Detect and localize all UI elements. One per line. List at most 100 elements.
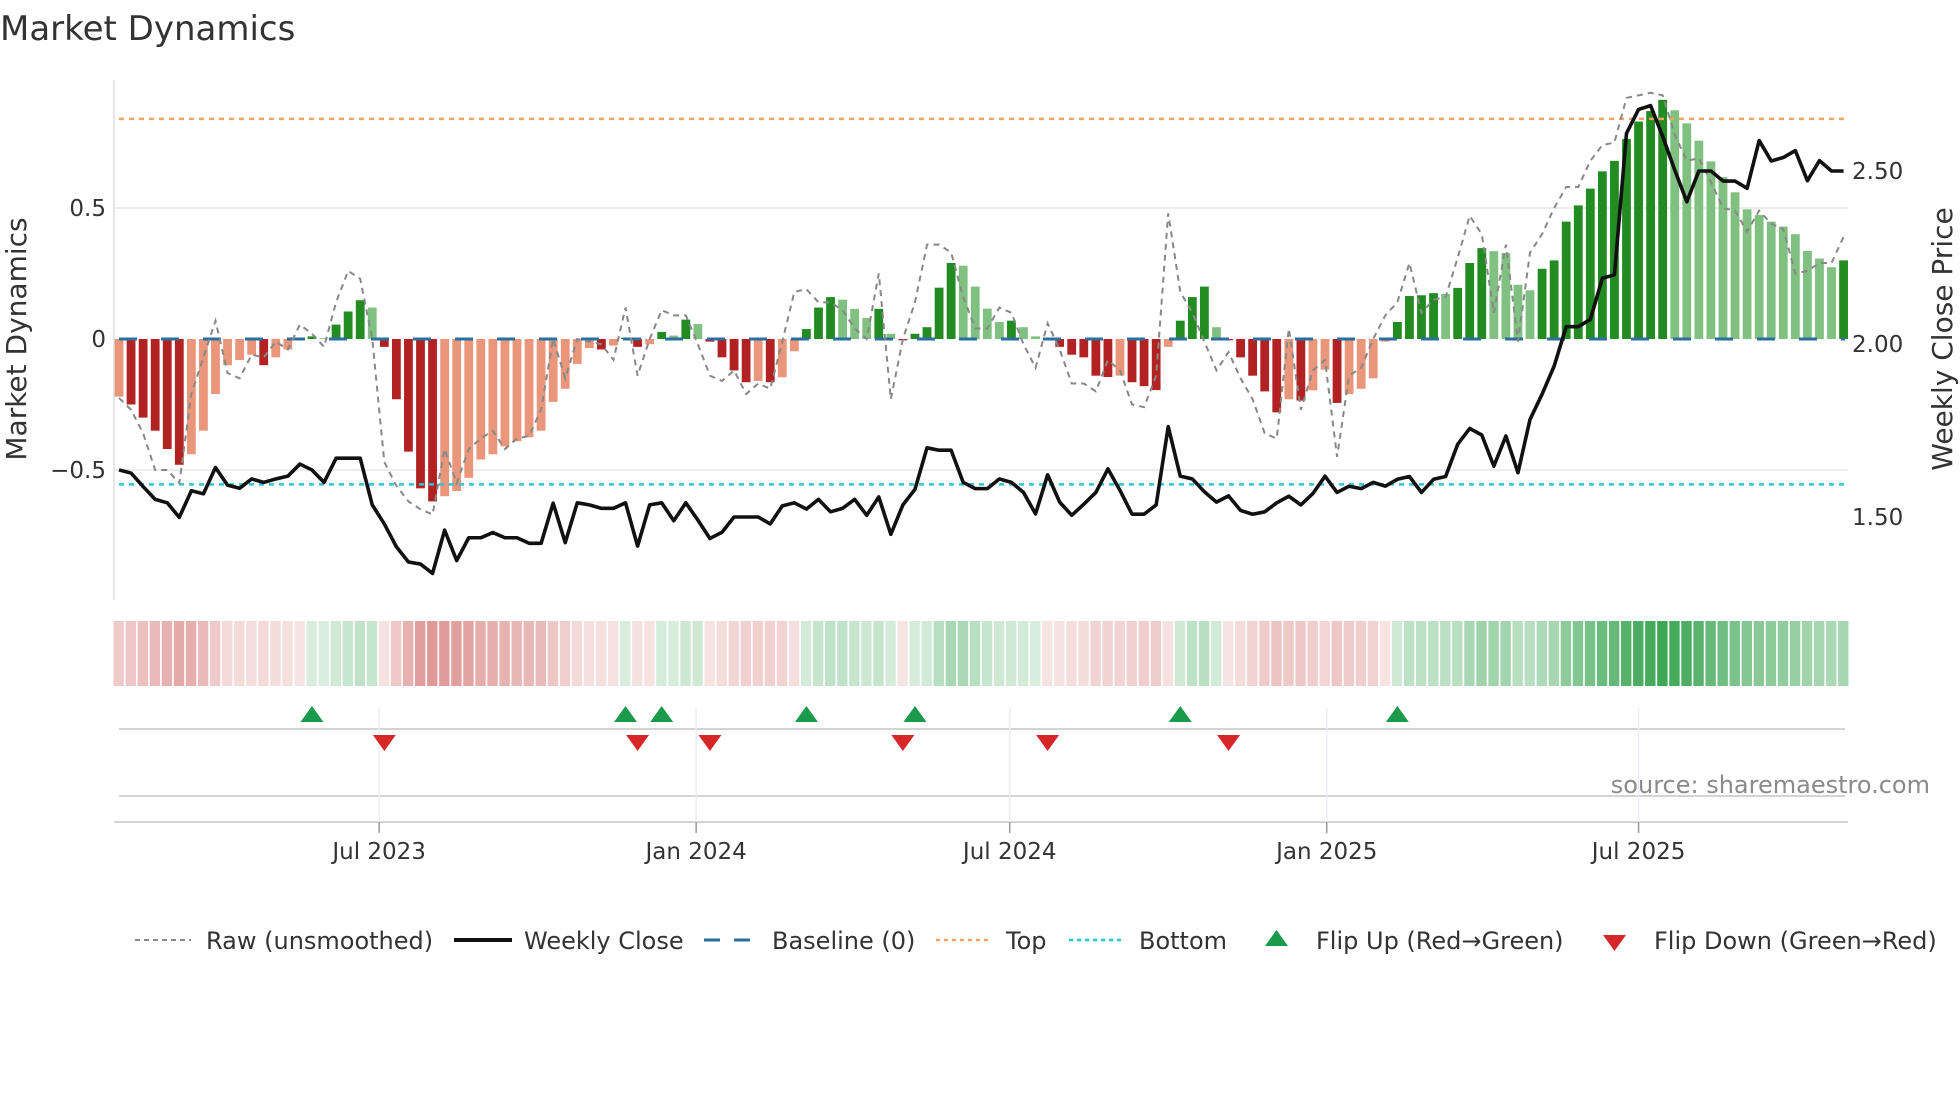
heat-cell: [680, 621, 691, 686]
heat-cell: [270, 621, 281, 686]
heat-cell: [644, 621, 655, 686]
dynamics-bar: [1634, 121, 1643, 339]
dynamics-bar: [1766, 221, 1776, 339]
legend: Raw (unsmoothed) Weekly Close Baseline (…: [135, 927, 1937, 955]
legend-item-raw: Raw (unsmoothed): [135, 927, 433, 955]
heat-cell: [1633, 621, 1644, 686]
dynamics-bar: [524, 339, 534, 438]
dynamics-bar: [970, 286, 980, 339]
legend-item-flip-up: Flip Up (Red→Green): [1265, 927, 1564, 955]
heat-cell: [1596, 621, 1608, 686]
heat-cell: [1548, 621, 1560, 686]
dynamics-bar: [1827, 267, 1836, 339]
heat-cell: [1090, 621, 1101, 686]
flip-up-marker: [1168, 706, 1192, 722]
heat-cell: [1813, 621, 1825, 686]
heat-cell: [849, 621, 860, 686]
heat-cell: [1838, 621, 1849, 686]
dynamics-bar: [657, 331, 667, 339]
dynamics-bar: [1790, 234, 1800, 339]
dynamics-bar: [645, 339, 655, 345]
heat-cell: [1126, 621, 1137, 686]
dynamics-bar: [1067, 339, 1077, 355]
heat-cell: [415, 621, 426, 686]
dynamics-bar: [838, 299, 847, 339]
heat-cell: [1005, 621, 1017, 686]
heat-cell: [161, 621, 173, 686]
heat-cell: [258, 621, 269, 686]
flip-up-marker: [614, 706, 638, 722]
dynamics-bar: [789, 339, 799, 352]
heat-cell: [945, 621, 957, 686]
flip-up-marker: [300, 706, 324, 722]
dynamics-bar: [1236, 339, 1245, 358]
heat-cell: [1235, 621, 1246, 686]
heat-cell: [825, 621, 836, 686]
heat-cell: [1476, 621, 1487, 686]
heat-cell: [475, 621, 486, 686]
heat-cell: [776, 621, 788, 686]
heat-cell: [1138, 621, 1149, 686]
dynamics-bar: [729, 339, 739, 371]
legend-label-flip-down: Flip Down (Green→Red): [1654, 927, 1937, 955]
heat-cell: [788, 621, 800, 686]
heat-cell: [1331, 621, 1342, 686]
heat-cell: [1608, 621, 1620, 686]
heat-cell: [354, 621, 366, 686]
heat-cell: [1669, 621, 1680, 686]
heat-cell: [1247, 621, 1258, 686]
heat-cell: [1693, 621, 1704, 686]
heat-cell: [246, 621, 257, 686]
heat-cell: [873, 621, 884, 686]
heat-cell: [499, 621, 510, 686]
heat-cell: [330, 621, 341, 686]
heat-cell: [969, 621, 981, 686]
dynamics-bar: [1332, 339, 1342, 403]
heat-cell: [402, 621, 414, 686]
heat-cell: [1572, 621, 1584, 686]
legend-item-top: Top: [936, 927, 1047, 955]
heat-cell: [1789, 621, 1801, 686]
dynamics-bar: [343, 311, 353, 339]
heat-cell: [752, 621, 764, 686]
y-tick-label-right: 2.00: [1852, 332, 1903, 358]
heat-cell: [1042, 621, 1053, 686]
legend-item-close: Weekly Close: [454, 927, 684, 955]
x-tick-label: Jul 2023: [330, 839, 426, 865]
dynamics-bar: [199, 339, 208, 431]
x-tick-label: Jul 2025: [1590, 839, 1686, 865]
heat-cell: [1560, 621, 1572, 686]
heat-cell: [728, 621, 739, 686]
heat-cell: [366, 621, 378, 686]
dynamics-bar: [404, 339, 413, 452]
heat-cell: [656, 621, 667, 686]
heat-cell: [113, 621, 124, 686]
heat-cell: [209, 621, 221, 686]
heat-cell: [390, 621, 402, 686]
heat-cell: [571, 621, 583, 686]
dynamics-bar: [922, 327, 932, 339]
dynamics-bar: [1139, 339, 1149, 387]
heat-cell: [1174, 621, 1186, 686]
heat-cell: [607, 621, 619, 686]
triangle-down-icon: [1603, 935, 1626, 951]
dynamics-bar: [934, 287, 944, 339]
flip-down-marker: [698, 735, 722, 751]
heat-cell: [981, 621, 993, 686]
heat-cell: [1030, 621, 1041, 686]
source-label: source: sharemaestro.com: [1611, 771, 1930, 799]
heat-cell: [318, 621, 329, 686]
dynamics-bar: [826, 297, 835, 339]
dynamics-bar: [1561, 221, 1571, 339]
regime-heat-strip: [113, 621, 1849, 686]
heat-cell: [1367, 621, 1379, 686]
heat-cell: [1271, 621, 1282, 686]
heat-cell: [1681, 621, 1692, 686]
heat-cell: [1391, 621, 1403, 686]
heat-cell: [1307, 621, 1318, 686]
heat-cell: [1428, 621, 1439, 686]
heat-cell: [1777, 621, 1789, 686]
heat-cell: [1524, 621, 1535, 686]
legend-label-bottom: Bottom: [1139, 927, 1227, 955]
heat-cell: [1500, 621, 1511, 686]
